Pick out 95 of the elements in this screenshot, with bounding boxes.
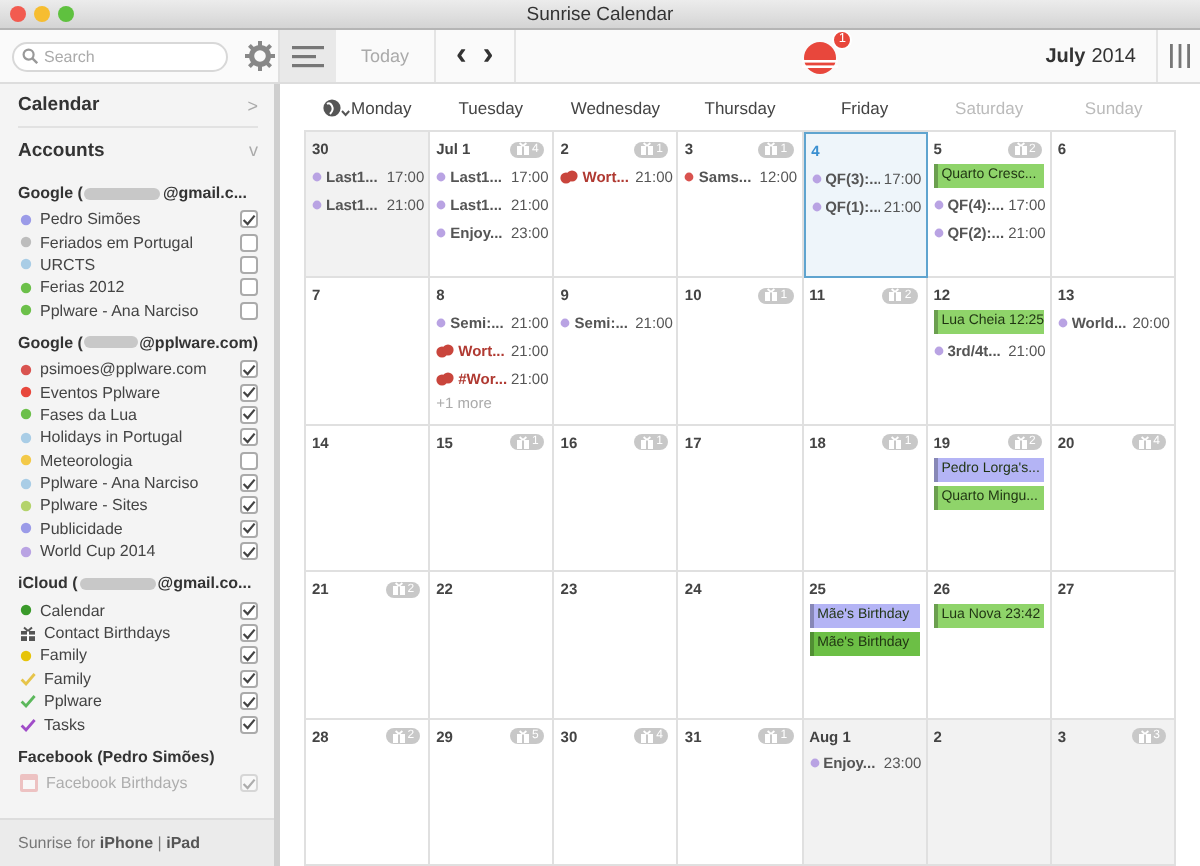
promo-text: Sunrise for iPhone | iPad bbox=[18, 834, 201, 852]
columns-icon bbox=[1169, 44, 1189, 68]
calendar-item[interactable]: Pplware - Sites bbox=[18, 494, 258, 518]
calendar-item[interactable]: Pplware bbox=[18, 690, 258, 713]
checkbox[interactable] bbox=[240, 210, 258, 229]
gift-icon bbox=[640, 729, 655, 744]
previous-button[interactable]: ‹ bbox=[448, 38, 475, 74]
menu-button[interactable] bbox=[280, 30, 336, 82]
checkbox[interactable] bbox=[240, 451, 258, 470]
calendar-item[interactable]: Contact Birthdays bbox=[18, 621, 258, 645]
gift-icon bbox=[515, 435, 530, 450]
calendar-item[interactable]: Pplware - Ana Narciso bbox=[18, 299, 258, 322]
gift-icon bbox=[764, 288, 779, 303]
calendar-item[interactable]: Ferias 2012 bbox=[18, 276, 258, 300]
gift-icon bbox=[20, 625, 36, 642]
checkmark-icon bbox=[242, 777, 256, 789]
calendar-item[interactable]: Publicidade bbox=[18, 517, 258, 541]
calendar-item[interactable]: URCTS bbox=[18, 253, 258, 277]
checkbox[interactable] bbox=[240, 669, 258, 688]
gift-icon bbox=[1137, 435, 1152, 450]
accounts-heading[interactable]: Accounts bbox=[18, 139, 105, 161]
redacted-email bbox=[84, 187, 161, 199]
account-title: iCloud ( bbox=[18, 574, 78, 593]
calendar-item[interactable]: Pedro Simões bbox=[18, 208, 258, 231]
account-title: Google ( bbox=[18, 184, 83, 202]
timezone-button[interactable] bbox=[321, 97, 350, 117]
close-button[interactable] bbox=[10, 6, 26, 22]
redacted-email bbox=[79, 577, 156, 590]
checkmark-icon bbox=[242, 213, 256, 226]
gift-icon bbox=[515, 142, 530, 156]
menu-icon bbox=[292, 44, 324, 68]
weekday-label: Saturday bbox=[955, 97, 1024, 117]
calendar-item[interactable]: Family bbox=[18, 667, 258, 691]
window-title: Sunrise Calendar bbox=[524, 3, 676, 25]
checkbox[interactable] bbox=[240, 278, 258, 297]
calendar-item[interactable]: Feriados em Portugal bbox=[18, 230, 258, 254]
checkbox[interactable] bbox=[240, 542, 258, 561]
search-field[interactable]: Search bbox=[12, 41, 228, 71]
calendar-icon bbox=[20, 774, 38, 792]
checkbox[interactable] bbox=[240, 383, 258, 402]
checkbox[interactable] bbox=[240, 519, 258, 538]
calendar-item[interactable]: Holidays in Portugal bbox=[18, 426, 258, 450]
settings-button[interactable] bbox=[244, 40, 276, 72]
search-icon bbox=[22, 48, 38, 64]
calendar-item[interactable]: Meteorologia bbox=[18, 449, 258, 472]
checkbox[interactable] bbox=[240, 474, 258, 493]
checkbox[interactable] bbox=[240, 646, 258, 665]
weekday-label: Friday bbox=[840, 97, 889, 117]
checkbox[interactable] bbox=[240, 428, 258, 447]
month-title: July 2014 bbox=[1045, 43, 1138, 71]
account-email: @gmail.c... bbox=[162, 184, 247, 202]
calendar-item[interactable]: Tasks bbox=[18, 712, 258, 736]
weekday-label: Sunday bbox=[1084, 97, 1143, 117]
account-email: @gmail.co... bbox=[157, 574, 252, 593]
gift-icon bbox=[764, 729, 779, 744]
calendar-item[interactable]: psimoes@pplware.com bbox=[18, 357, 258, 381]
weekday-label: Tuesday bbox=[458, 97, 524, 117]
account-title: Facebook (Pedro Simões) bbox=[18, 747, 215, 766]
redacted-email bbox=[84, 336, 138, 349]
weekday-label: Monday bbox=[351, 97, 412, 117]
gift-icon bbox=[888, 435, 903, 450]
gift-icon bbox=[640, 142, 655, 156]
checkbox[interactable] bbox=[240, 601, 258, 620]
gift-icon bbox=[640, 435, 655, 450]
checkbox[interactable] bbox=[240, 496, 258, 515]
account-title: Google ( bbox=[18, 333, 83, 352]
gift-icon bbox=[1013, 142, 1027, 156]
gift-icon bbox=[764, 142, 779, 156]
settings-icon bbox=[244, 40, 276, 72]
checkbox[interactable] bbox=[240, 360, 258, 379]
checkbox[interactable] bbox=[240, 624, 258, 643]
gift-icon bbox=[391, 729, 406, 744]
checkbox[interactable] bbox=[240, 715, 258, 734]
calendar-item[interactable]: World Cup 2014 bbox=[18, 540, 258, 563]
calendar-item[interactable]: Pplware - Ana Narciso bbox=[18, 471, 258, 495]
weekday-label: Thursday bbox=[704, 97, 776, 117]
gift-icon bbox=[391, 582, 406, 597]
calendar-item[interactable]: Fases da Lua bbox=[18, 403, 258, 427]
gift-icon bbox=[1013, 435, 1027, 450]
calendar-item[interactable]: Calendar bbox=[18, 598, 258, 622]
checkbox[interactable] bbox=[240, 255, 258, 274]
next-button[interactable]: › bbox=[474, 38, 502, 74]
checkbox[interactable] bbox=[240, 405, 258, 424]
calendar-item[interactable]: Eventos Pplware bbox=[18, 380, 258, 404]
checkbox[interactable] bbox=[240, 301, 258, 320]
weekday-label: Wednesday bbox=[570, 97, 661, 117]
account-email: @pplware.com) bbox=[139, 333, 258, 352]
checkbox[interactable] bbox=[240, 233, 258, 252]
checkbox[interactable] bbox=[240, 692, 258, 711]
calendar-item[interactable]: Family bbox=[18, 644, 258, 668]
gift-icon bbox=[888, 288, 903, 303]
gift-icon bbox=[515, 729, 530, 744]
calendar-heading[interactable]: Calendar bbox=[18, 94, 100, 116]
gift-icon bbox=[1137, 729, 1152, 744]
globe-icon bbox=[321, 97, 350, 117]
